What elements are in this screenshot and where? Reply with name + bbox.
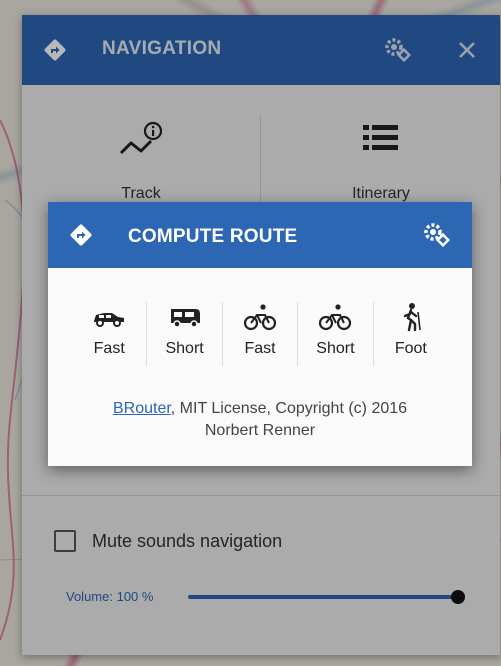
mountain-bike-icon xyxy=(298,302,372,332)
profile-bike-short[interactable]: Short xyxy=(297,302,372,366)
brouter-link[interactable]: BRouter xyxy=(113,400,171,417)
profile-car-fast[interactable]: Fast xyxy=(72,302,146,366)
navigation-diamond-icon xyxy=(68,222,94,248)
car-icon xyxy=(72,302,146,332)
profile-foot-label: Foot xyxy=(394,340,427,357)
hiker-icon xyxy=(374,302,448,332)
profile-car-short-label: Short xyxy=(165,340,204,357)
profile-car-short[interactable]: Short xyxy=(146,302,221,366)
profile-bike-fast[interactable]: Fast xyxy=(221,302,297,366)
compute-route-dialog: COMPUTE ROUTE Fast Short Fast Short Foot… xyxy=(48,202,472,466)
route-profiles: Fast Short Fast Short Foot xyxy=(72,302,448,366)
profile-bike-fast-label: Fast xyxy=(244,340,276,357)
credit-line1: , MIT License, Copyright (c) 2016 xyxy=(170,400,408,417)
profile-bike-short-label: Short xyxy=(316,340,355,357)
profile-car-fast-label: Fast xyxy=(93,340,125,357)
compute-route-header: COMPUTE ROUTE xyxy=(48,202,472,268)
road-bike-icon xyxy=(223,302,297,332)
profile-foot[interactable]: Foot xyxy=(372,302,448,366)
compute-route-title: COMPUTE ROUTE xyxy=(128,226,298,247)
credit-line2: Norbert Renner xyxy=(204,422,316,439)
van-icon xyxy=(147,302,221,332)
brouter-credit: BRouter, MIT License, Copyright (c) 2016… xyxy=(48,398,472,442)
settings-gears-icon[interactable] xyxy=(420,220,454,250)
